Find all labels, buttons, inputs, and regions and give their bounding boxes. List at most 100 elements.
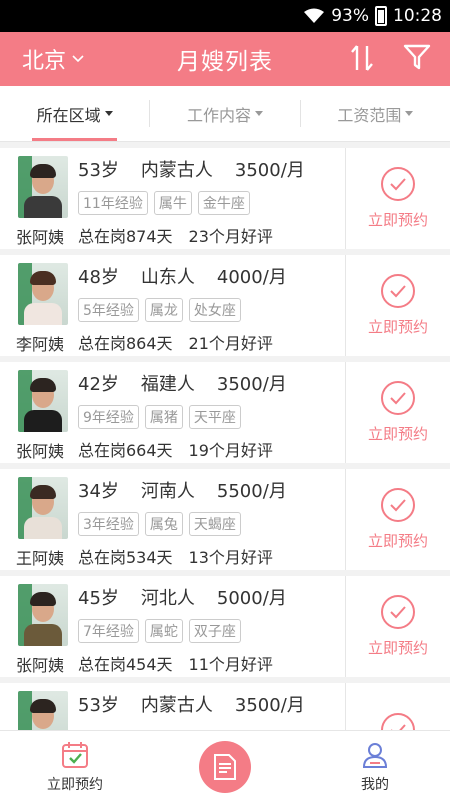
filter-tab-label: 所在区域 — [36, 105, 101, 125]
salary: 5000/月 — [216, 588, 287, 609]
dropdown-arrow-icon — [104, 111, 113, 116]
nanny-list[interactable]: 张阿姨 53岁 内蒙古人 3500/月 11年经验 属牛 金牛座 总在岗874天 23个月… — [0, 148, 450, 731]
calendar-check-icon — [62, 742, 88, 768]
dropdown-arrow-icon — [405, 111, 414, 116]
good-reviews: 19个月好评 — [188, 441, 273, 460]
avatar — [18, 584, 68, 646]
book-now-label: 立即预约 — [367, 318, 428, 336]
tag-experience: 11年经验 — [78, 191, 148, 215]
origin: 福建人 — [140, 374, 195, 395]
app-header: 北京 月嫂列表 — [0, 32, 450, 86]
salary: 4000/月 — [216, 267, 287, 288]
city-selector[interactable]: 北京 — [22, 43, 84, 75]
nanny-name: 王阿姨 — [16, 549, 65, 568]
book-now-label: 立即预约 — [367, 532, 428, 550]
tag-zodiac: 属龙 — [144, 298, 183, 322]
tag-zodiac: 属猪 — [144, 405, 183, 429]
tag-experience: 5年经验 — [78, 298, 139, 322]
user-icon — [362, 743, 388, 768]
book-now-button[interactable]: 立即预约 — [345, 255, 450, 356]
avatar — [18, 691, 68, 731]
book-now-button[interactable]: 立即预约 — [345, 576, 450, 677]
list-item[interactable]: 张阿姨 45岁 河北人 5000/月 7年经验 属蛇 双子座 总在岗454天 11个月好评… — [0, 576, 450, 677]
nanny-name: 张阿姨 — [16, 656, 65, 675]
tag-experience: 7年经验 — [78, 619, 139, 643]
tab-book-now[interactable]: 立即预约 — [0, 731, 150, 800]
sort-icon[interactable] — [348, 43, 376, 73]
list-item[interactable]: 李阿姨 48岁 山东人 4000/月 5年经验 属龙 处女座 总在岗864天 21个月好评… — [0, 255, 450, 356]
origin: 山东人 — [140, 267, 195, 288]
dropdown-arrow-icon — [255, 111, 263, 116]
book-now-label: 立即预约 — [367, 425, 428, 443]
check-circle-icon — [381, 488, 415, 522]
tab-profile[interactable]: 我的 — [300, 731, 450, 800]
origin: 河北人 — [140, 588, 195, 609]
salary: 3500/月 — [234, 695, 305, 716]
wifi-icon — [304, 8, 325, 23]
age: 34岁 — [78, 481, 119, 502]
check-circle-icon — [381, 381, 415, 415]
filter-tab-label: 工资范围 — [337, 105, 402, 125]
tab-label: 我的 — [361, 777, 389, 793]
book-now-button[interactable]: 立即预约 — [345, 362, 450, 463]
tag-constellation: 天平座 — [188, 405, 241, 429]
book-now-button[interactable] — [345, 683, 450, 731]
filter-tab-label: 工作内容 — [186, 105, 251, 125]
avatar — [18, 156, 68, 218]
good-reviews: 23个月好评 — [188, 227, 273, 246]
tag-experience: 3年经验 — [78, 512, 139, 536]
book-now-label: 立即预约 — [367, 211, 428, 229]
age: 42岁 — [78, 374, 119, 395]
good-reviews: 21个月好评 — [188, 334, 273, 353]
book-now-label: 立即预约 — [367, 639, 428, 657]
days-on-duty: 总在岗864天 — [78, 334, 173, 353]
chevron-down-icon — [72, 55, 84, 63]
list-item[interactable]: 张阿姨 42岁 福建人 3500/月 9年经验 属猪 天平座 总在岗664天 19个月好评… — [0, 362, 450, 463]
city-label: 北京 — [22, 49, 67, 74]
filter-tab-region[interactable]: 所在区域 — [0, 86, 149, 141]
origin: 内蒙古人 — [140, 695, 213, 716]
nanny-name: 张阿姨 — [16, 228, 65, 247]
document-icon — [214, 754, 236, 780]
check-circle-icon — [381, 712, 415, 731]
bottom-tab-bar: 立即预约 我的 — [0, 730, 450, 800]
tag-constellation: 天蝎座 — [188, 512, 241, 536]
age: 48岁 — [78, 267, 119, 288]
days-on-duty: 总在岗454天 — [78, 655, 173, 674]
list-item[interactable]: 张阿姨 53岁 内蒙古人 3500/月 11年经验 属牛 金牛座 总在岗874天 23个月… — [0, 148, 450, 249]
filter-bar: 所在区域 工作内容 工资范围 — [0, 86, 450, 142]
age: 53岁 — [78, 695, 119, 716]
book-now-button[interactable]: 立即预约 — [345, 469, 450, 570]
avatar — [18, 477, 68, 539]
book-now-button[interactable]: 立即预约 — [345, 148, 450, 249]
origin: 河南人 — [140, 481, 195, 502]
days-on-duty: 总在岗874天 — [78, 227, 173, 246]
check-circle-icon — [381, 167, 415, 201]
origin: 内蒙古人 — [140, 160, 213, 181]
tab-label: 立即预约 — [47, 777, 103, 793]
list-item[interactable]: 王阿姨 34岁 河南人 5500/月 3年经验 属兔 天蝎座 总在岗534天 13个月好评… — [0, 469, 450, 570]
age: 45岁 — [78, 588, 119, 609]
nanny-name: 李阿姨 — [16, 335, 65, 354]
tag-zodiac: 属蛇 — [144, 619, 183, 643]
good-reviews: 11个月好评 — [188, 655, 273, 674]
avatar — [18, 370, 68, 432]
salary: 5500/月 — [216, 481, 287, 502]
nanny-name: 张阿姨 — [16, 442, 65, 461]
tab-center[interactable] — [150, 731, 300, 800]
filter-icon[interactable] — [402, 42, 432, 72]
filter-tab-work[interactable]: 工作内容 — [150, 86, 299, 141]
battery-percent: 93% — [331, 6, 369, 26]
tag-experience: 9年经验 — [78, 405, 139, 429]
document-edit-button[interactable] — [199, 741, 251, 793]
check-circle-icon — [381, 274, 415, 308]
filter-tab-salary[interactable]: 工资范围 — [301, 86, 450, 141]
days-on-duty: 总在岗664天 — [78, 441, 173, 460]
salary: 3500/月 — [216, 374, 287, 395]
check-circle-icon — [381, 595, 415, 629]
age: 53岁 — [78, 160, 119, 181]
list-item[interactable]: 53岁 内蒙古人 3500/月 — [0, 683, 450, 731]
tag-zodiac: 属牛 — [153, 191, 192, 215]
good-reviews: 13个月好评 — [188, 548, 273, 567]
status-bar: 93% 10:28 — [0, 0, 450, 32]
